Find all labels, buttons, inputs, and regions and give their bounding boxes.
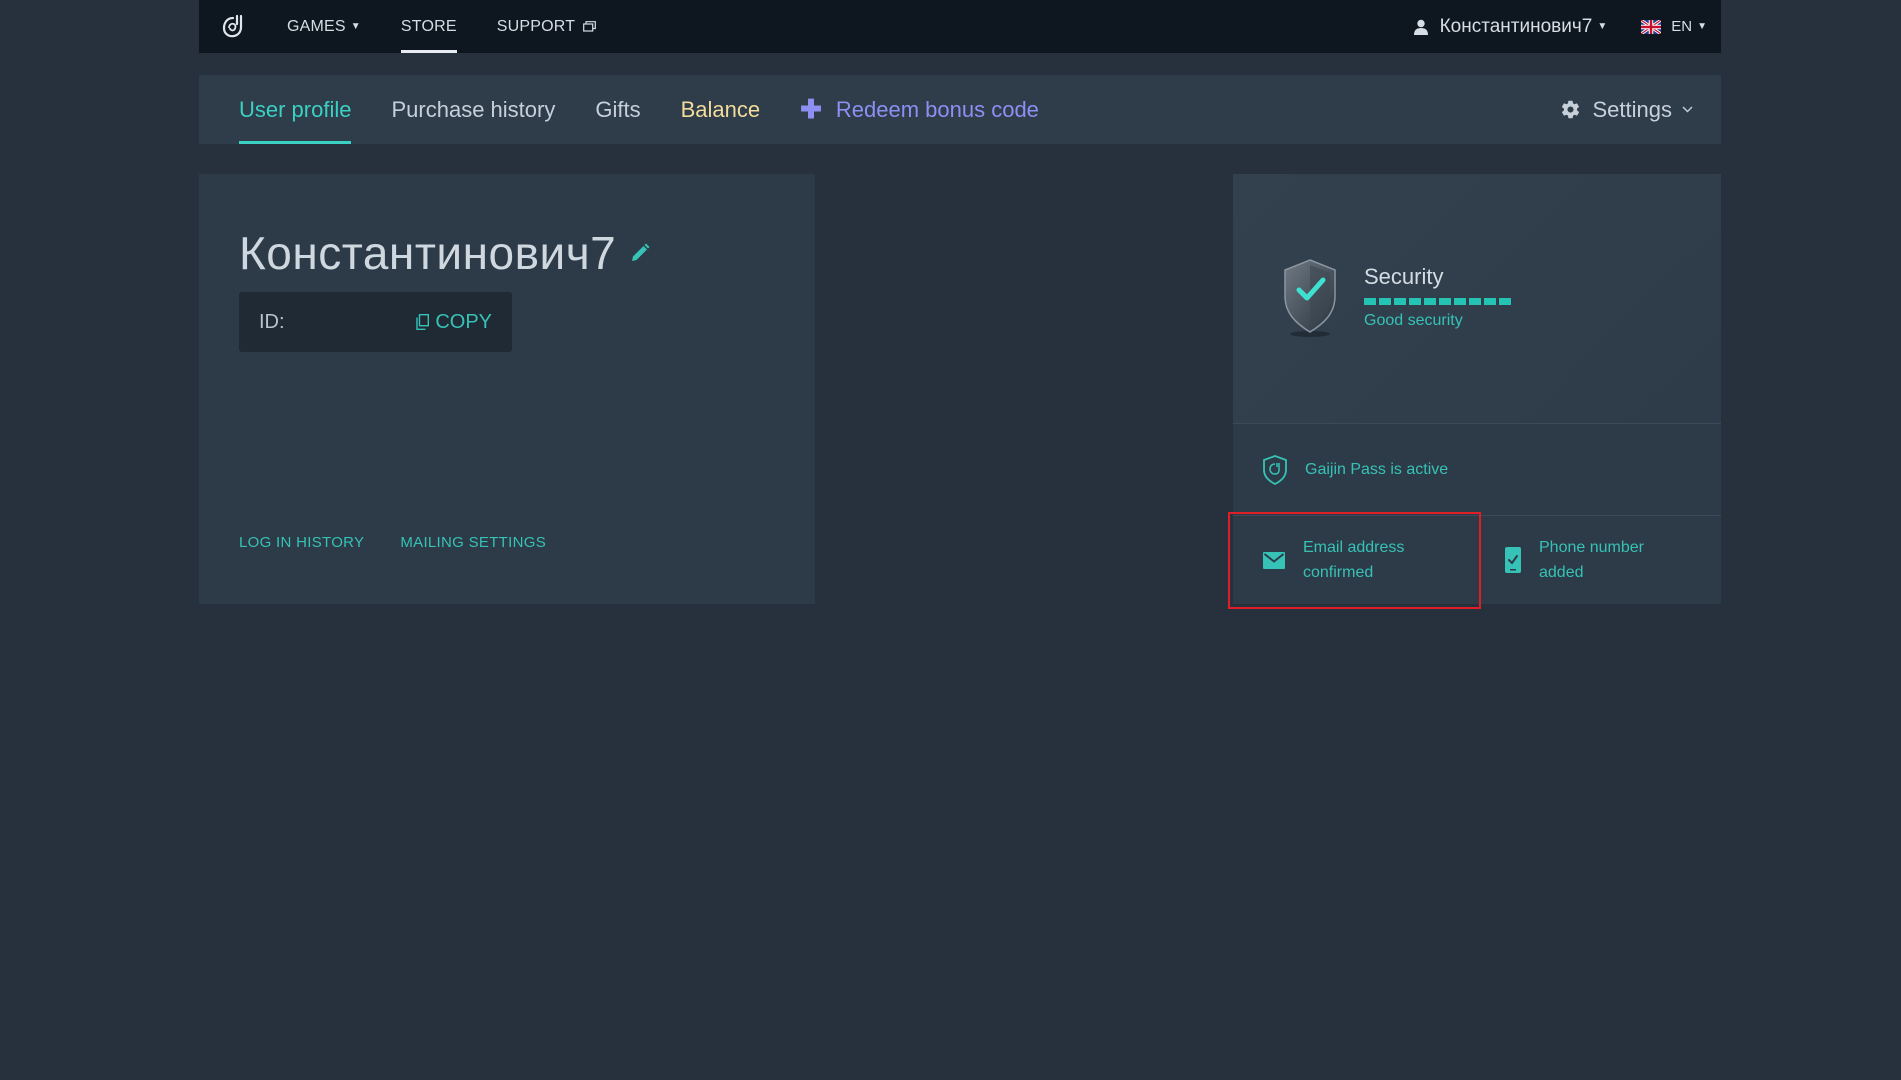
security-status: Good security	[1364, 312, 1463, 329]
gaijin-pass-label: Gaijin Pass is active	[1305, 460, 1449, 478]
user-icon	[1413, 19, 1428, 35]
nav-games[interactable]: GAMES ▼	[287, 0, 361, 53]
mailing-settings-link[interactable]: MAILING SETTINGS	[400, 534, 546, 551]
gaijin-pass-row[interactable]: Gaijin Pass is active	[1233, 424, 1721, 516]
profile-card: Константинович7 ID: COPY LOG IN HISTORY …	[199, 174, 815, 604]
user-menu[interactable]: Константинович7 ▼	[1413, 15, 1608, 38]
security-summary: Security Good security	[1233, 174, 1721, 424]
copy-id-button[interactable]: COPY	[416, 311, 492, 334]
plus-icon: ✚	[800, 94, 822, 124]
security-segment	[1379, 298, 1391, 305]
gaijin-pass-icon	[1263, 454, 1287, 485]
security-segment	[1484, 298, 1496, 305]
security-segment	[1364, 298, 1376, 305]
tab-gifts-label: Gifts	[595, 96, 641, 122]
nav-support[interactable]: SUPPORT	[496, 0, 597, 53]
caret-down-icon: ▼	[1697, 21, 1707, 32]
security-segment	[1409, 298, 1421, 305]
uk-flag-icon	[1641, 19, 1662, 34]
chevron-down-icon	[1682, 106, 1693, 113]
profile-username: Константинович7	[239, 226, 650, 280]
security-card: Security Good security Gaijin Pass is ac…	[1233, 174, 1721, 604]
tab-purchase-history[interactable]: Purchase history	[391, 75, 555, 144]
user-id-box: ID: COPY	[239, 292, 512, 352]
nav-store[interactable]: STORE	[400, 0, 457, 53]
gear-icon	[1560, 99, 1581, 120]
pencil-icon[interactable]	[630, 243, 650, 263]
shield-check-icon	[1281, 258, 1339, 338]
tab-user-profile[interactable]: User profile	[239, 75, 352, 144]
phone-status[interactable]: Phone number added	[1477, 516, 1721, 604]
copy-icon	[416, 314, 430, 330]
nav-store-label: STORE	[400, 17, 457, 35]
profile-links: LOG IN HISTORY MAILING SETTINGS	[239, 534, 582, 551]
security-level-bar	[1364, 298, 1514, 305]
security-segment	[1499, 298, 1511, 305]
tab-redeem-label: Redeem bonus code	[835, 96, 1039, 122]
phone-check-icon	[1505, 547, 1521, 573]
nav-right: Константинович7 ▼ EN ▼	[1413, 0, 1721, 53]
security-status-row: Email address confirmed Phone number add…	[1233, 516, 1721, 604]
caret-down-icon: ▼	[1597, 21, 1608, 32]
security-segment	[1424, 298, 1436, 305]
email-status-label: Email address confirmed	[1303, 539, 1405, 581]
copy-label: COPY	[435, 310, 492, 333]
account-tabs: User profile Purchase history Gifts Bala…	[199, 75, 1721, 144]
caret-down-icon: ▼	[350, 21, 361, 32]
envelope-icon	[1263, 551, 1285, 569]
tab-gifts[interactable]: Gifts	[595, 75, 640, 144]
profile-username-text: Константинович7	[239, 227, 617, 279]
user-id-label: ID:	[259, 310, 285, 333]
tab-balance[interactable]: Balance	[681, 75, 761, 144]
tab-balance-label: Balance	[680, 96, 761, 122]
tab-purchase-history-label: Purchase history	[391, 96, 556, 122]
gaijin-logo-icon[interactable]	[221, 12, 247, 42]
login-history-link[interactable]: LOG IN HISTORY	[239, 534, 364, 551]
security-segment	[1394, 298, 1406, 305]
nav-support-label: SUPPORT	[496, 17, 576, 35]
external-link-icon	[583, 21, 597, 32]
language-label: EN	[1671, 18, 1693, 35]
settings-label: Settings	[1592, 96, 1673, 122]
username-label: Константинович7	[1439, 15, 1593, 37]
security-title: Security	[1364, 264, 1444, 289]
top-navigation: GAMES ▼ STORE SUPPORT Константинович7 ▼	[199, 0, 1721, 53]
settings-dropdown[interactable]: Settings	[1560, 97, 1694, 123]
phone-status-label: Phone number added	[1539, 539, 1644, 581]
tab-redeem-bonus-code[interactable]: ✚ Redeem bonus code	[800, 75, 1039, 144]
security-segment	[1439, 298, 1451, 305]
language-selector[interactable]: EN ▼	[1641, 18, 1707, 35]
nav-games-label: GAMES	[287, 17, 346, 35]
security-segment	[1454, 298, 1466, 305]
tab-user-profile-label: User profile	[239, 96, 352, 122]
email-status[interactable]: Email address confirmed	[1233, 516, 1477, 604]
security-segment	[1469, 298, 1481, 305]
